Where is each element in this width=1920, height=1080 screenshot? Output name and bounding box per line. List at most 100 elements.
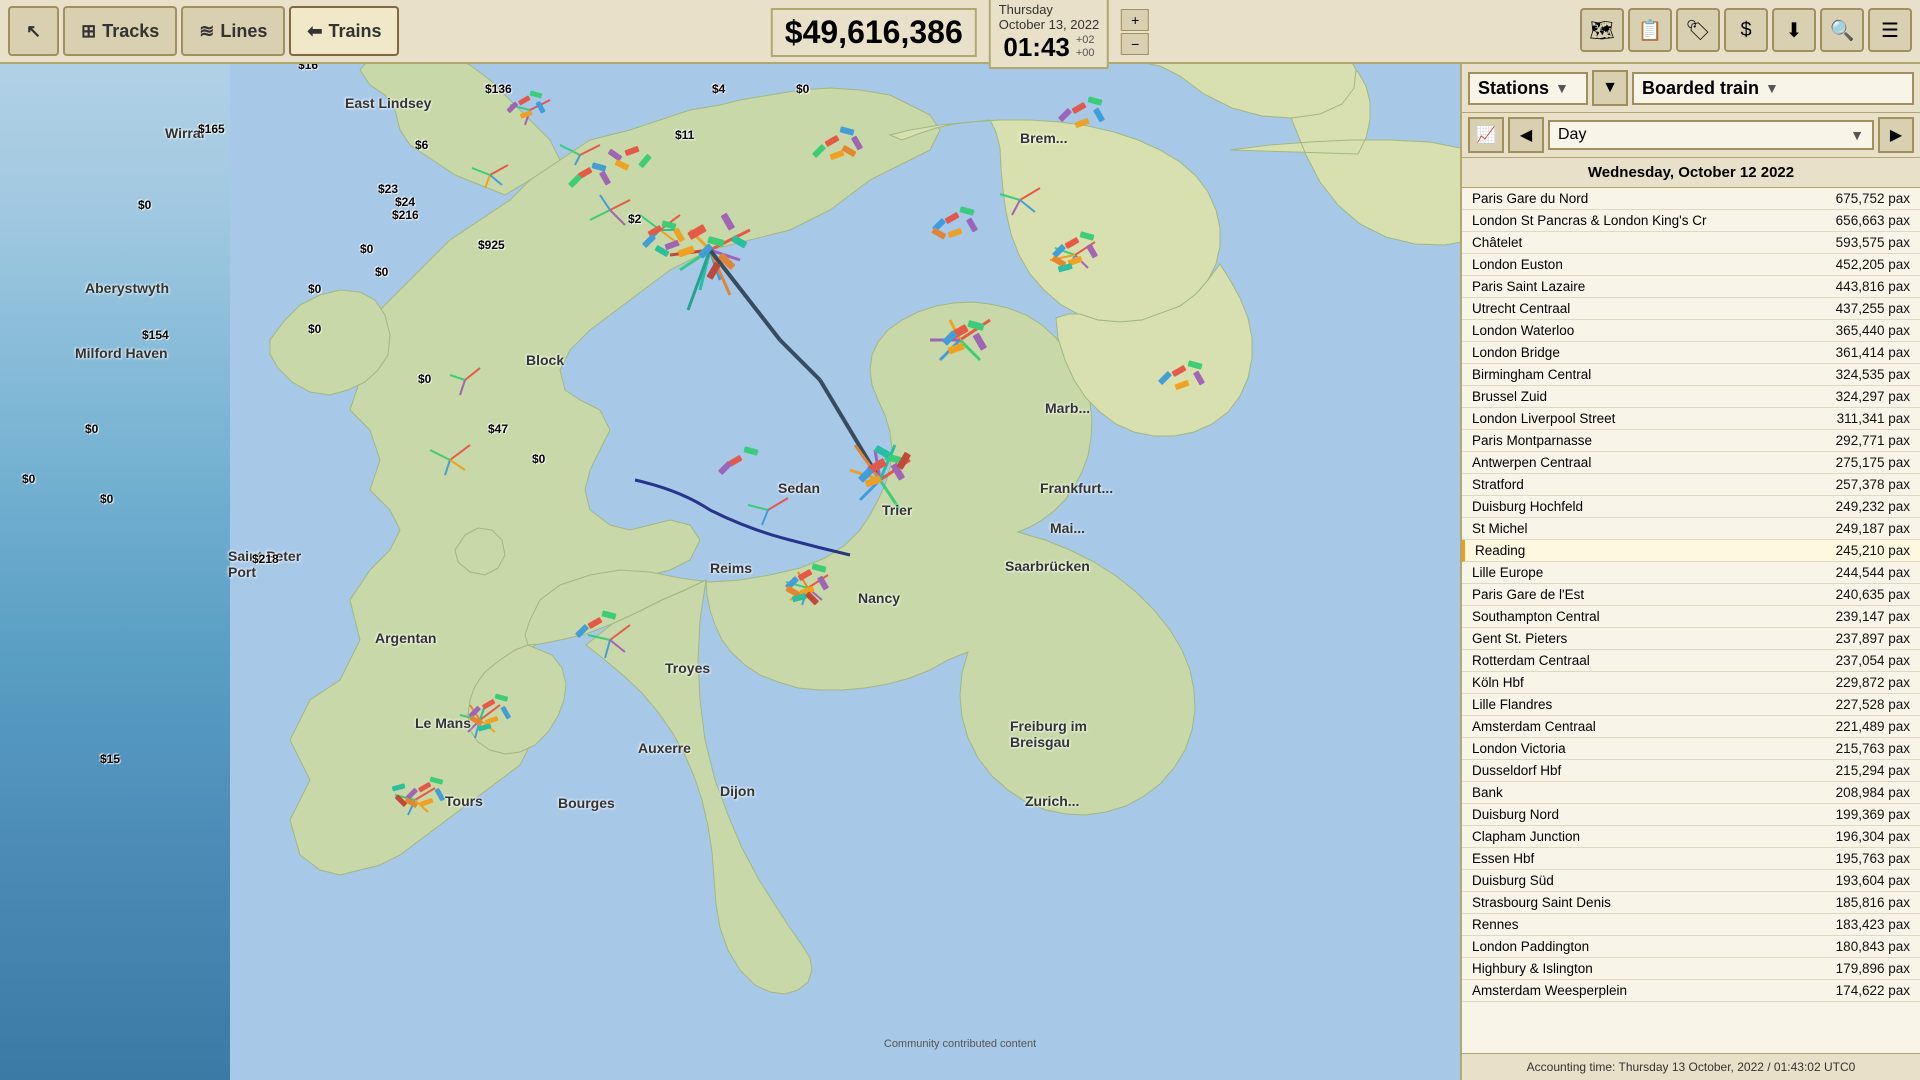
station-row[interactable]: London Paddington180,843 pax (1462, 936, 1920, 958)
search-icon-button[interactable]: 🔍 (1820, 8, 1864, 52)
station-row[interactable]: Strasbourg Saint Denis185,816 pax (1462, 892, 1920, 914)
download-icon-button[interactable]: ⬇ (1772, 8, 1816, 52)
station-row[interactable]: Amsterdam Centraal221,489 pax (1462, 716, 1920, 738)
station-row[interactable]: Châtelet 593,575 pax (1462, 232, 1920, 254)
station-name: London Bridge (1472, 345, 1828, 360)
price-925: $925 (478, 238, 505, 252)
station-row[interactable]: Highbury & Islington179,896 pax (1462, 958, 1920, 980)
price-216: $216 (392, 208, 419, 222)
station-row[interactable]: Essen Hbf195,763 pax (1462, 848, 1920, 870)
station-row[interactable]: London St Pancras & London King's Cr656,… (1462, 210, 1920, 232)
station-value: 245,210 pax (1836, 543, 1910, 558)
cursor-button[interactable]: ↖ (8, 6, 59, 56)
station-row[interactable]: Clapham Junction196,304 pax (1462, 826, 1920, 848)
station-value: 311,341 pax (1837, 411, 1910, 426)
station-row[interactable]: Stratford257,378 pax (1462, 474, 1920, 496)
station-name: London Liverpool Street (1472, 411, 1829, 426)
station-name: Strasbourg Saint Denis (1472, 895, 1828, 910)
list-icon-button[interactable]: 📋 (1628, 8, 1672, 52)
panel-next-button[interactable]: ▶ (1878, 117, 1914, 153)
station-row[interactable]: Brussel Zuid324,297 pax (1462, 386, 1920, 408)
station-value: 675,752 pax (1836, 191, 1910, 206)
station-row[interactable]: Lille Europe244,544 pax (1462, 562, 1920, 584)
bremen-label: Brem... (1020, 130, 1067, 146)
station-name: Highbury & Islington (1472, 961, 1828, 976)
station-row[interactable]: St Michel249,187 pax (1462, 518, 1920, 540)
station-row[interactable]: London Liverpool Street 311,341 pax (1462, 408, 1920, 430)
station-value: 324,535 pax (1836, 367, 1910, 382)
station-value: 215,763 pax (1836, 741, 1910, 756)
station-name: Paris Gare de l'Est (1472, 587, 1828, 602)
station-value: 240,635 pax (1836, 587, 1910, 602)
station-row[interactable]: Amsterdam Weesperplein174,622 pax (1462, 980, 1920, 1002)
station-row[interactable]: Bank208,984 pax (1462, 782, 1920, 804)
station-row[interactable]: Paris Gare du Nord675,752 pax (1462, 188, 1920, 210)
station-row[interactable]: Paris Montparnasse292,771 pax (1462, 430, 1920, 452)
stations-dropdown[interactable]: Stations ▼ (1468, 72, 1588, 105)
station-row[interactable]: Southampton Central239,147 pax (1462, 606, 1920, 628)
station-name: Stratford (1472, 477, 1828, 492)
boarded-dropdown[interactable]: Boarded train ▼ (1632, 72, 1914, 105)
station-row[interactable]: Paris Gare de l'Est 240,635 pax (1462, 584, 1920, 606)
speed-down-button[interactable]: − (1121, 33, 1149, 55)
tours-label: Tours (445, 793, 483, 809)
saarbrucken-label: Saarbrücken (1005, 558, 1090, 574)
tag-icon-button[interactable]: 🏷 (1676, 8, 1720, 52)
station-row[interactable]: Duisburg Süd193,604 pax (1462, 870, 1920, 892)
station-row[interactable]: Dusseldorf Hbf215,294 pax (1462, 760, 1920, 782)
station-name: Reading (1475, 543, 1828, 558)
price-47: $47 (488, 422, 508, 436)
station-row[interactable]: London Bridge361,414 pax (1462, 342, 1920, 364)
station-row[interactable]: Utrecht Centraal437,255 pax (1462, 298, 1920, 320)
station-row[interactable]: Duisburg Nord199,369 pax (1462, 804, 1920, 826)
station-value: 180,843 pax (1836, 939, 1910, 954)
station-row[interactable]: London Waterloo365,440 pax (1462, 320, 1920, 342)
period-dropdown[interactable]: Day ▼ (1548, 120, 1874, 150)
money-icon-button[interactable]: $ (1724, 8, 1768, 52)
station-row[interactable]: Rennes183,423 pax (1462, 914, 1920, 936)
station-row[interactable]: London Victoria215,763 pax (1462, 738, 1920, 760)
dijon-label: Dijon (720, 783, 755, 799)
station-value: 452,205 pax (1836, 257, 1910, 272)
station-row[interactable]: Köln Hbf229,872 pax (1462, 672, 1920, 694)
station-value: 593,575 pax (1836, 235, 1910, 250)
station-list[interactable]: Paris Gare du Nord675,752 paxLondon St P… (1462, 188, 1920, 1053)
station-row[interactable]: Lille Flandres227,528 pax (1462, 694, 1920, 716)
station-row[interactable]: Birmingham Central324,535 pax (1462, 364, 1920, 386)
station-row[interactable]: Duisburg Hochfeld249,232 pax (1462, 496, 1920, 518)
panel-filter-button[interactable]: ▼ (1592, 70, 1628, 106)
price-0-wales2: $0 (360, 242, 373, 256)
trains-button[interactable]: ⬅ Trains (289, 6, 399, 56)
station-name: St Michel (1472, 521, 1828, 536)
station-name: Paris Saint Lazaire (1472, 279, 1828, 294)
station-value: 437,255 pax (1836, 301, 1910, 316)
station-name: Châtelet (1472, 235, 1828, 250)
price-0-mid2: $0 (308, 322, 321, 336)
station-value: 174,622 pax (1836, 983, 1910, 998)
menu-icon-button[interactable]: ☰ (1868, 8, 1912, 52)
price-24: $24 (395, 195, 415, 209)
trier-label: Trier (882, 502, 912, 518)
lines-button[interactable]: ≋ Lines (181, 6, 285, 56)
time-block: ThursdayOctober 13, 2022 01:43 +02 +00 (989, 0, 1109, 69)
lines-label: Lines (220, 21, 267, 42)
station-row[interactable]: Paris Saint Lazaire443,816 pax (1462, 276, 1920, 298)
station-row[interactable]: Reading 245,210 pax (1462, 540, 1920, 562)
panel-prev-button[interactable]: ◀ (1508, 117, 1544, 153)
station-row[interactable]: Antwerpen Centraal275,175 pax (1462, 452, 1920, 474)
station-row[interactable]: Rotterdam Centraal237,054 pax (1462, 650, 1920, 672)
speed-up-button[interactable]: + (1121, 9, 1149, 31)
map-icon-button[interactable]: 🗺 (1580, 8, 1624, 52)
freiburg-label: Freiburg imBreisgau (1010, 718, 1087, 750)
period-label: Day (1558, 126, 1586, 144)
station-name: Gent St. Pieters (1472, 631, 1828, 646)
price-4: $4 (712, 82, 725, 96)
milford-haven-label: Milford Haven (75, 345, 168, 361)
station-row[interactable]: Gent St. Pieters237,897 pax (1462, 628, 1920, 650)
tracks-button[interactable]: ⊞ Tracks (63, 6, 177, 56)
station-row[interactable]: London Euston452,205 pax (1462, 254, 1920, 276)
auxerre-label: Auxerre (638, 740, 691, 756)
station-value: 196,304 pax (1836, 829, 1910, 844)
chart-icon-button[interactable]: 📈 (1468, 117, 1504, 153)
station-name: Duisburg Süd (1472, 873, 1828, 888)
